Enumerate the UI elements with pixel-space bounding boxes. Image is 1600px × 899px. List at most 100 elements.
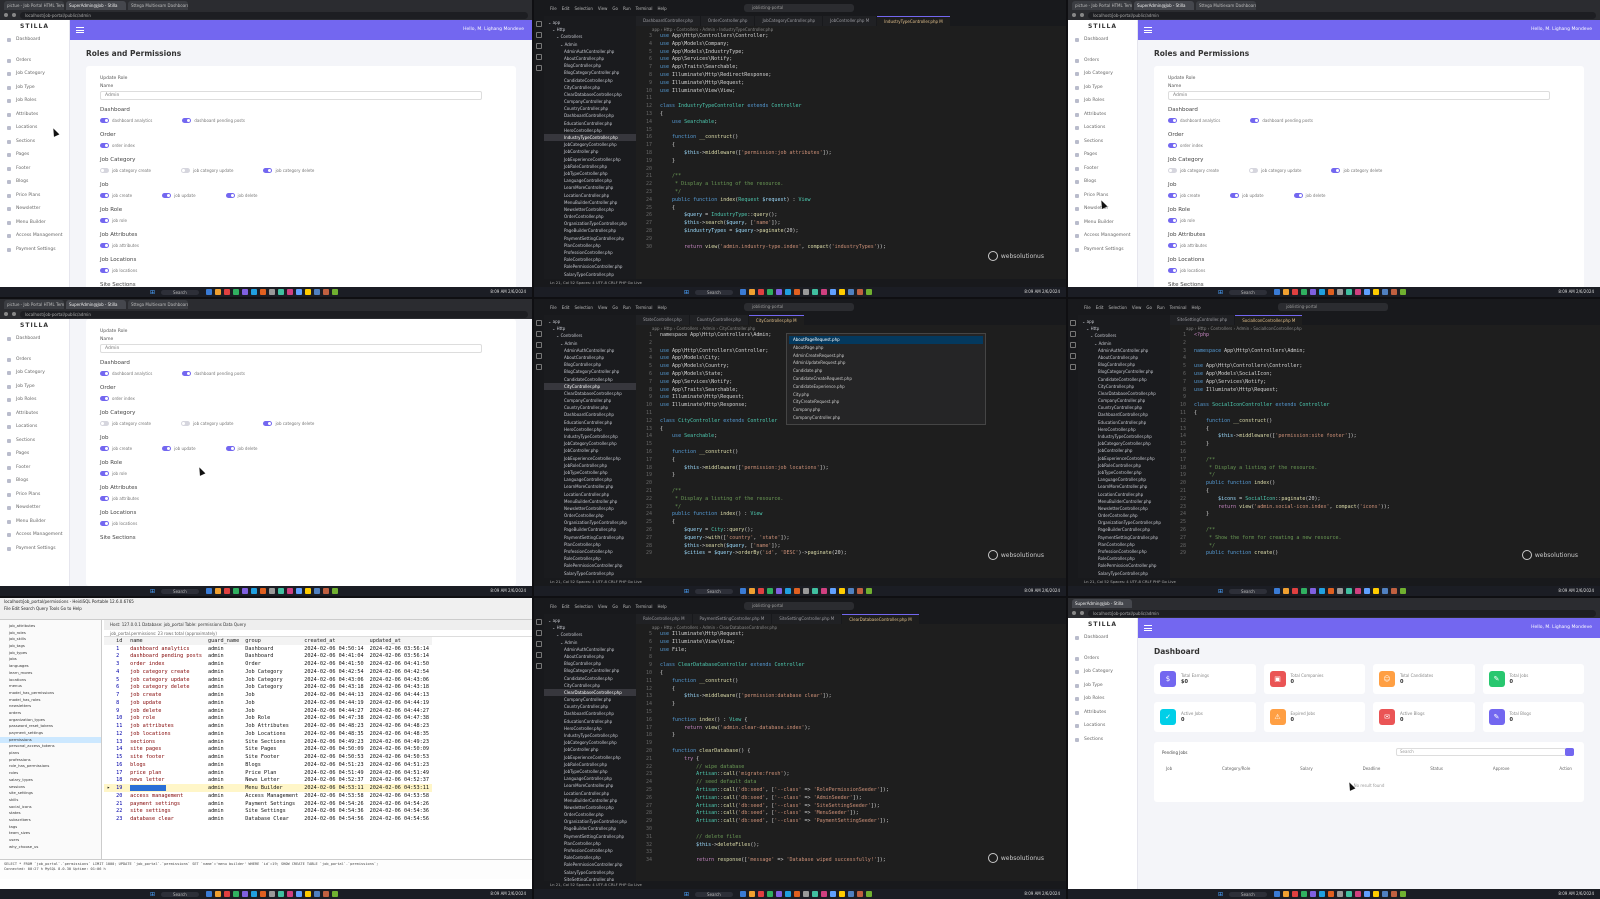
table-cell[interactable]: 2024-02-06 04:50:53 [301, 753, 366, 761]
toggle-switch-icon[interactable] [1168, 142, 1177, 148]
table-tree-item[interactable]: password_reset_tokens [0, 723, 101, 730]
table-cell[interactable]: Job [242, 707, 301, 715]
explorer-item[interactable]: LearnMoreController.php [544, 782, 636, 789]
explorer-item[interactable]: SalaryTypeController.php [544, 570, 636, 577]
autocomplete-item[interactable]: CityCreateRequest.php [789, 398, 983, 406]
table-cell[interactable]: Payment Settings [242, 800, 301, 808]
explorer-item[interactable]: PaymentSettingController.php [544, 534, 636, 541]
sidebar-item[interactable]: Dashboard [1068, 33, 1137, 47]
table-cell[interactable]: 2024-02-06 04:44:19 [301, 699, 366, 707]
explorer-item[interactable]: IndustryTypeController.php [1078, 433, 1170, 440]
table-tree-item[interactable]: why_choose_us [0, 844, 101, 851]
app-icon[interactable] [1399, 289, 1406, 295]
explorer-item[interactable]: AdminAuthController.php [544, 646, 636, 653]
permission-toggle[interactable]: order index [1168, 142, 1203, 148]
toggle-switch-icon[interactable] [100, 520, 109, 526]
explorer-item[interactable]: ⌄ Http [1078, 325, 1170, 332]
permission-toggle[interactable]: dashboard analytics [100, 370, 152, 376]
table-cell[interactable]: Job Category [242, 684, 301, 692]
permission-toggle[interactable]: dashboard pending posts [182, 117, 245, 123]
table-cell[interactable]: sections [127, 738, 205, 746]
table-tree-item[interactable]: job_attributes [0, 623, 101, 630]
explorer-item[interactable]: HeroController.php [1078, 426, 1170, 433]
app-icon[interactable] [268, 891, 275, 897]
app-icon[interactable] [757, 588, 764, 594]
table-cell[interactable]: Job Category [242, 668, 301, 676]
autocomplete-item[interactable]: AboutPageRequest.php [789, 336, 983, 344]
sidebar-item[interactable]: Locations [0, 420, 69, 434]
taskbar-search[interactable]: Search [1229, 891, 1267, 897]
app-icon[interactable] [802, 588, 809, 594]
ide-menu-item[interactable]: Terminal [1170, 305, 1187, 310]
app-icon[interactable] [829, 588, 836, 594]
explorer-item[interactable]: RoleController.php [544, 854, 636, 861]
explorer-item[interactable]: ⌄ app [544, 19, 636, 26]
table-cell[interactable]: site settings [127, 808, 205, 816]
table-tree-item[interactable]: sessions [0, 784, 101, 791]
explorer-item[interactable]: LanguageController.php [544, 775, 636, 782]
table-cell[interactable]: job attributes [127, 722, 205, 730]
explorer-item[interactable]: EducationController.php [544, 718, 636, 725]
explorer-item[interactable]: ⌄ Controllers [544, 332, 636, 339]
table-tree-item[interactable]: model_has_permissions [0, 690, 101, 697]
app-icon[interactable] [304, 289, 311, 295]
sidebar-item[interactable]: Price Plans [0, 189, 69, 203]
toggle-switch-icon[interactable] [100, 142, 109, 148]
sidebar-item[interactable]: Footer [0, 162, 69, 176]
app-icon[interactable] [838, 289, 845, 295]
app-icon[interactable] [1354, 289, 1361, 295]
explorer-item[interactable]: JobExperienceController.php [1078, 455, 1170, 462]
back-icon[interactable] [1072, 13, 1076, 17]
table-tree-item[interactable]: role_has_permissions [0, 763, 101, 770]
table-cell[interactable]: 2024-02-06 04:50:14 [301, 645, 366, 653]
toggle-switch-icon[interactable] [162, 445, 172, 451]
address-bar[interactable]: localhost/job-portal/public/admin [20, 310, 528, 318]
app-icon[interactable] [775, 588, 782, 594]
explorer-item[interactable]: BlogController.php [544, 62, 636, 69]
table-cell[interactable]: 2024-02-06 04:47:38 [301, 715, 366, 723]
app-icon[interactable] [1300, 289, 1307, 295]
git-icon[interactable] [536, 641, 542, 647]
autocomplete-item[interactable]: Candidate.php [789, 367, 983, 375]
address-bar[interactable]: localhost/job-portal/public/admin [1088, 609, 1596, 617]
toggle-switch-icon[interactable] [1168, 242, 1177, 248]
permission-toggle[interactable]: job create [100, 192, 132, 198]
sidebar-item[interactable]: Job Category [0, 366, 69, 380]
search-icon[interactable] [536, 630, 542, 636]
explorer-item[interactable]: ProfessionController.php [1078, 548, 1170, 555]
ide-menu-item[interactable]: View [598, 6, 608, 11]
table-cell[interactable]: admin [205, 753, 242, 761]
table-tree-item[interactable]: menus [0, 683, 101, 690]
app-icon[interactable] [241, 289, 248, 295]
column-header[interactable]: name [127, 637, 205, 645]
table-cell[interactable]: 2024-02-06 03:56:14 [367, 653, 432, 661]
table-cell[interactable]: 2024-02-06 04:54:26 [367, 800, 432, 808]
app-icon[interactable] [748, 588, 755, 594]
app-icon[interactable] [1318, 891, 1325, 897]
app-icon[interactable] [775, 891, 782, 897]
toggle-switch-icon[interactable] [1331, 167, 1341, 173]
explorer-item[interactable]: JobTypeController.php [1078, 469, 1170, 476]
app-icon[interactable] [322, 289, 329, 295]
ide-menu-item[interactable]: Terminal [636, 6, 653, 11]
explorer-item[interactable]: ProfessionController.php [544, 847, 636, 854]
table-tree-item[interactable]: payment_settings [0, 730, 101, 737]
table-row[interactable]: 15 site footer admin Site Footer 2024-02-06 … [104, 753, 432, 761]
ide-menu-item[interactable]: Terminal [636, 305, 653, 310]
search-icon[interactable] [536, 32, 542, 38]
table-tree-item[interactable]: plans [0, 750, 101, 757]
app-icon[interactable] [1291, 289, 1298, 295]
table-row[interactable]: 22 site settings admin Site Settings 2024-02… [104, 808, 432, 816]
app-icon[interactable] [811, 588, 818, 594]
app-icon[interactable] [1327, 588, 1334, 594]
table-cell[interactable]: Site Pages [242, 746, 301, 754]
explorer-item[interactable]: JobController.php [1078, 447, 1170, 454]
permission-toggle[interactable]: job delete [1293, 192, 1326, 198]
windows-start-icon[interactable]: ⊞ [684, 891, 689, 898]
explorer-item[interactable]: ClearDatabaseController.php [544, 91, 636, 98]
permission-toggle[interactable]: job attributes [100, 495, 139, 501]
explorer-item[interactable]: LanguageController.php [1078, 476, 1170, 483]
sidebar-item[interactable]: Payment Settings [0, 243, 69, 257]
app-icon[interactable] [856, 891, 863, 897]
table-cell[interactable]: Access Management [242, 792, 301, 800]
